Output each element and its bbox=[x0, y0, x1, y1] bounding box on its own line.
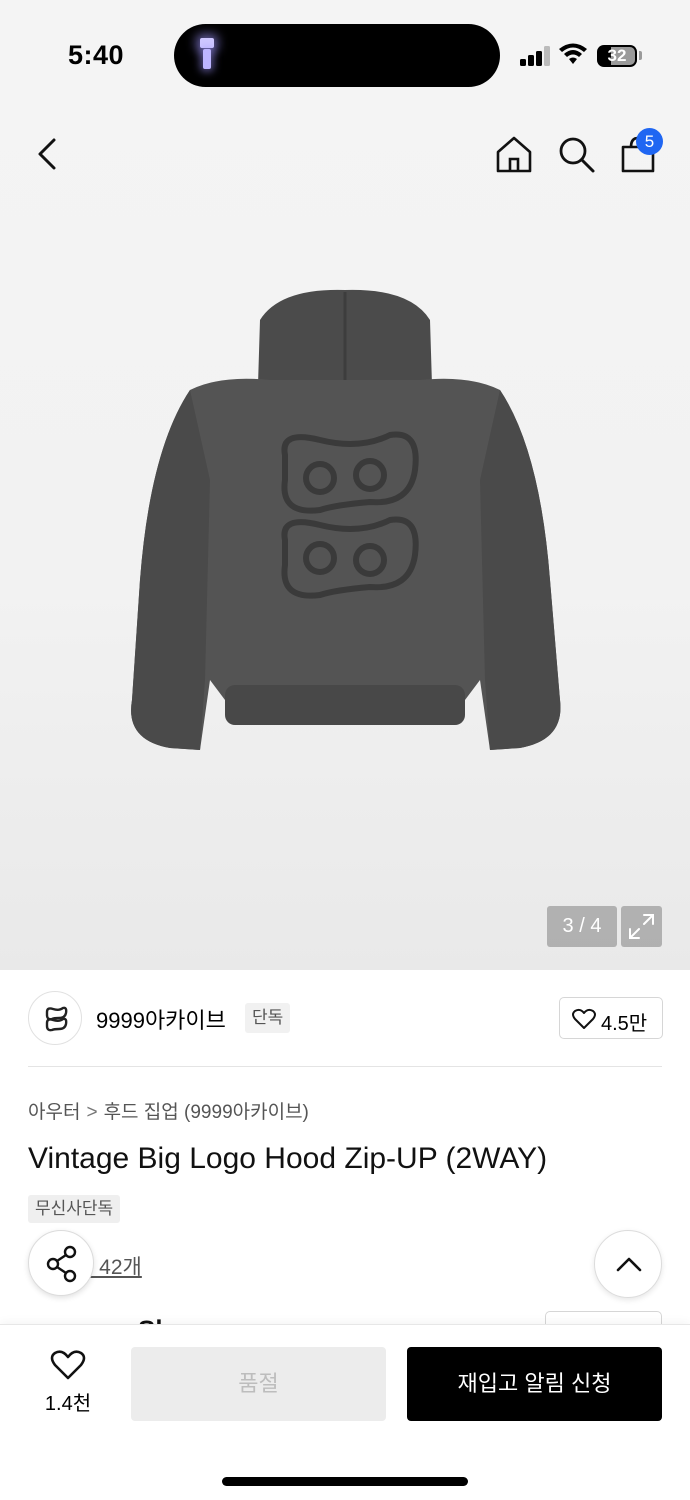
heart-icon bbox=[572, 1008, 596, 1029]
section-divider bbox=[28, 1066, 662, 1067]
breadcrumb: 아우터 > 후드 집업 (9999아카이브) bbox=[28, 1097, 309, 1124]
restock-alert-button[interactable]: 재입고 알림 신청 bbox=[407, 1347, 662, 1421]
product-title: Vintage Big Logo Hood Zip-UP (2WAY) bbox=[28, 1142, 548, 1175]
breadcrumb-subcategory[interactable]: 후드 집업 (9999아카이브) bbox=[104, 1102, 309, 1123]
bottom-action-bar: 1.4천 품절 재입고 알림 신청 bbox=[0, 1324, 690, 1500]
breadcrumb-category[interactable]: 아우터 bbox=[28, 1102, 80, 1123]
product-price: 199,000원 bbox=[28, 1310, 164, 1324]
brand-name[interactable]: 9999아카이브 bbox=[96, 1003, 226, 1035]
scroll-to-top-button[interactable] bbox=[594, 1230, 662, 1298]
home-indicator[interactable] bbox=[222, 1477, 468, 1486]
brand-like-count: 4.5만 bbox=[601, 1013, 648, 1035]
chevron-up-icon bbox=[616, 1257, 642, 1272]
wifi-icon bbox=[559, 43, 587, 64]
share-icon bbox=[46, 1245, 77, 1283]
brand-like-button[interactable]: 4.5만 bbox=[559, 997, 663, 1039]
home-icon[interactable] bbox=[492, 132, 536, 176]
dynamic-island bbox=[174, 24, 500, 87]
search-icon[interactable] bbox=[554, 132, 598, 176]
cellular-signal-icon bbox=[520, 46, 552, 66]
share-button[interactable] bbox=[28, 1230, 94, 1296]
cart-count-badge: 5 bbox=[636, 128, 663, 155]
wish-count: 1.4천 bbox=[44, 1393, 92, 1415]
battery-tip bbox=[639, 51, 642, 60]
wish-button[interactable]: 1.4천 bbox=[28, 1349, 108, 1419]
battery-icon: 32 bbox=[597, 45, 637, 67]
battery-level: 32 bbox=[607, 46, 627, 65]
flashlight-icon bbox=[200, 38, 214, 70]
status-bar: 5:40 32 bbox=[0, 0, 690, 110]
status-time: 5:40 bbox=[68, 40, 125, 70]
brand-logo[interactable] bbox=[28, 991, 82, 1045]
heart-icon bbox=[50, 1350, 86, 1380]
brand-exclusive-badge: 단독 bbox=[245, 1003, 291, 1033]
product-image bbox=[131, 289, 561, 750]
back-button[interactable] bbox=[26, 132, 70, 176]
chevron-right-icon: > bbox=[86, 1102, 98, 1123]
brand-row: 9999아카이브 단독 4.5만 bbox=[0, 970, 690, 1068]
gallery-page-indicator: 3 / 4 bbox=[547, 906, 617, 947]
top-navigation bbox=[0, 110, 690, 194]
expand-icon[interactable] bbox=[621, 906, 662, 947]
exclusive-badge: 무신사단독 bbox=[28, 1195, 121, 1223]
brand-logo-icon bbox=[45, 1006, 68, 1032]
soldout-button[interactable]: 품절 bbox=[131, 1347, 386, 1421]
